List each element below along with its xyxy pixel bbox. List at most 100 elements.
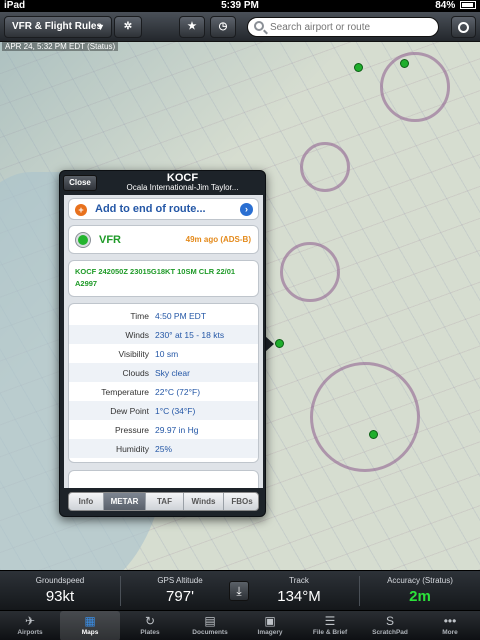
weather-value: 25% [155, 444, 173, 454]
accuracy-value: 2m [409, 588, 431, 605]
add-route-label: Add to end of route... [95, 203, 206, 215]
weather-value: 1°C (34°F) [155, 406, 196, 416]
tab-imagery[interactable]: ▣ Imagery [240, 611, 300, 640]
weather-value: 22°C (72°F) [155, 387, 201, 397]
tab-taf[interactable]: TAF [146, 493, 184, 510]
tab-maps[interactable]: ▦ Maps [60, 611, 120, 640]
battery-icon [460, 1, 476, 10]
tab-label: File & Brief [312, 629, 348, 636]
instrument-bar: Groundspeed 93kt GPS Altitude 797' ⤓ Tra… [0, 570, 480, 610]
status-bar: iPad 5:39 PM 84% [0, 0, 480, 12]
battery-label: 84% [435, 0, 456, 11]
weather-row: Temperature 22°C (72°F) [69, 382, 258, 401]
imagery-icon: ▣ [264, 614, 276, 628]
popover-pointer [265, 336, 274, 352]
track-readout[interactable]: Track 134°M [240, 571, 358, 611]
documents-icon: ▤ [204, 614, 216, 628]
tab-fbos[interactable]: FBOs [224, 493, 258, 510]
search-icon [254, 21, 264, 31]
flight-category-card: VFR 49m ago (ADS-B) [68, 225, 259, 254]
tab-more[interactable]: ••• More [420, 611, 480, 640]
groundspeed-readout[interactable]: Groundspeed 93kt [0, 571, 120, 611]
weather-key: Pressure [114, 425, 149, 435]
tab-file-brief[interactable]: ☰ File & Brief [300, 611, 360, 640]
groundspeed-label: Groundspeed [35, 576, 85, 585]
search-input[interactable] [270, 20, 432, 34]
weather-row: Clouds Sky clear [69, 363, 258, 382]
bottom-tab-bar: ✈ Airports ▦ Maps ↻ Plates ▤ Documents ▣… [0, 610, 480, 640]
airports-icon: ✈ [24, 614, 36, 628]
battery-indicator: 84% [435, 0, 476, 12]
weather-key: Visibility [118, 349, 149, 359]
popover-header: Close KOCF Ocala International-Jim Taylo… [60, 171, 267, 195]
recents-button[interactable]: ◷ [210, 16, 236, 38]
gear-icon: ✲ [123, 21, 133, 32]
close-button[interactable]: Close [63, 175, 97, 191]
dropdown-triangle-icon: ▼ [96, 22, 105, 32]
popover-segmented-control: Info METAR TAF Winds FBOs [68, 492, 259, 511]
tab-label: Documents [192, 629, 228, 636]
accuracy-readout[interactable]: Accuracy (Stratus) 2m [360, 571, 480, 611]
tab-scratchpad[interactable]: S ScratchPad [360, 611, 420, 640]
weather-key: Time [130, 311, 149, 321]
altitude-label: GPS Altitude [157, 576, 203, 585]
raw-metar-card: KOCF 242050Z 23015G18KT 10SM CLR 22/01 A… [68, 260, 259, 297]
airport-marker[interactable] [400, 59, 409, 68]
airport-marker[interactable] [275, 339, 284, 348]
airspace-ring [280, 242, 340, 302]
favorites-button[interactable]: ★ [179, 16, 205, 38]
altitude-value: 797' [166, 588, 194, 605]
weather-value: Sky clear [155, 368, 190, 378]
weather-value: 29.97 in Hg [155, 425, 199, 435]
observation-age: 49m ago (ADS-B) [185, 235, 251, 244]
flight-category-label: VFR [99, 234, 121, 246]
tab-label: ScratchPad [372, 629, 408, 636]
weather-row: Humidity 25% [69, 439, 258, 458]
airport-marker[interactable] [369, 430, 378, 439]
tab-metar[interactable]: METAR [104, 493, 146, 510]
tab-label: Airports [17, 629, 43, 636]
decoded-weather-table: Time 4:50 PM EDT Winds 230° at 15 - 18 k… [68, 303, 259, 463]
airport-popover: Close KOCF Ocala International-Jim Taylo… [59, 170, 266, 517]
tab-plates[interactable]: ↻ Plates [120, 611, 180, 640]
airport-marker[interactable] [354, 63, 363, 72]
airspace-ring [310, 362, 420, 472]
plates-icon: ↻ [144, 614, 156, 628]
center-location-button[interactable] [451, 16, 476, 38]
weather-row: Dew Point 1°C (34°F) [69, 401, 258, 420]
weather-row: Pressure 29.97 in Hg [69, 420, 258, 439]
accuracy-label: Accuracy (Stratus) [387, 576, 453, 585]
weather-key: Humidity [115, 444, 149, 454]
track-label: Track [289, 576, 309, 585]
track-value: 134°M [277, 588, 321, 605]
map-timestamp: APR 24, 5:32 PM EDT (Status) [2, 42, 119, 51]
add-to-route-row[interactable]: + Add to end of route... › [68, 198, 259, 220]
file-brief-icon: ☰ [324, 614, 336, 628]
chevron-right-icon: › [240, 203, 253, 216]
scratchpad-icon: S [385, 614, 394, 628]
airspace-ring [380, 52, 450, 122]
tab-airports[interactable]: ✈ Airports [0, 611, 60, 640]
weather-key: Clouds [122, 368, 149, 378]
airspace-ring [300, 142, 350, 192]
maps-icon: ▦ [84, 614, 96, 628]
weather-row: Time 4:50 PM EDT [69, 306, 258, 325]
weather-row: Visibility 10 sm [69, 344, 258, 363]
weather-row: Winds 230° at 15 - 18 kts [69, 325, 258, 344]
map-settings-button[interactable]: ✲ [114, 16, 142, 38]
airport-name: Ocala International-Jim Taylor... [126, 183, 239, 192]
map-layer-selector[interactable]: VFR & Flight Rules ▼ [4, 16, 112, 38]
weather-key: Winds [125, 330, 149, 340]
clock-label: 5:39 PM [221, 0, 259, 11]
raw-metar-text: KOCF 242050Z 23015G18KT 10SM CLR 22/01 A… [75, 267, 236, 288]
groundspeed-value: 93kt [45, 588, 75, 605]
tab-documents[interactable]: ▤ Documents [180, 611, 240, 640]
clock-icon: ◷ [218, 21, 228, 32]
altitude-readout[interactable]: GPS Altitude 797' [121, 571, 239, 611]
additional-card [68, 470, 259, 488]
tab-label: Maps [81, 629, 99, 636]
weather-key: Temperature [101, 387, 149, 397]
tab-info[interactable]: Info [69, 493, 104, 510]
tab-winds[interactable]: Winds [184, 493, 224, 510]
search-field[interactable] [247, 17, 439, 37]
